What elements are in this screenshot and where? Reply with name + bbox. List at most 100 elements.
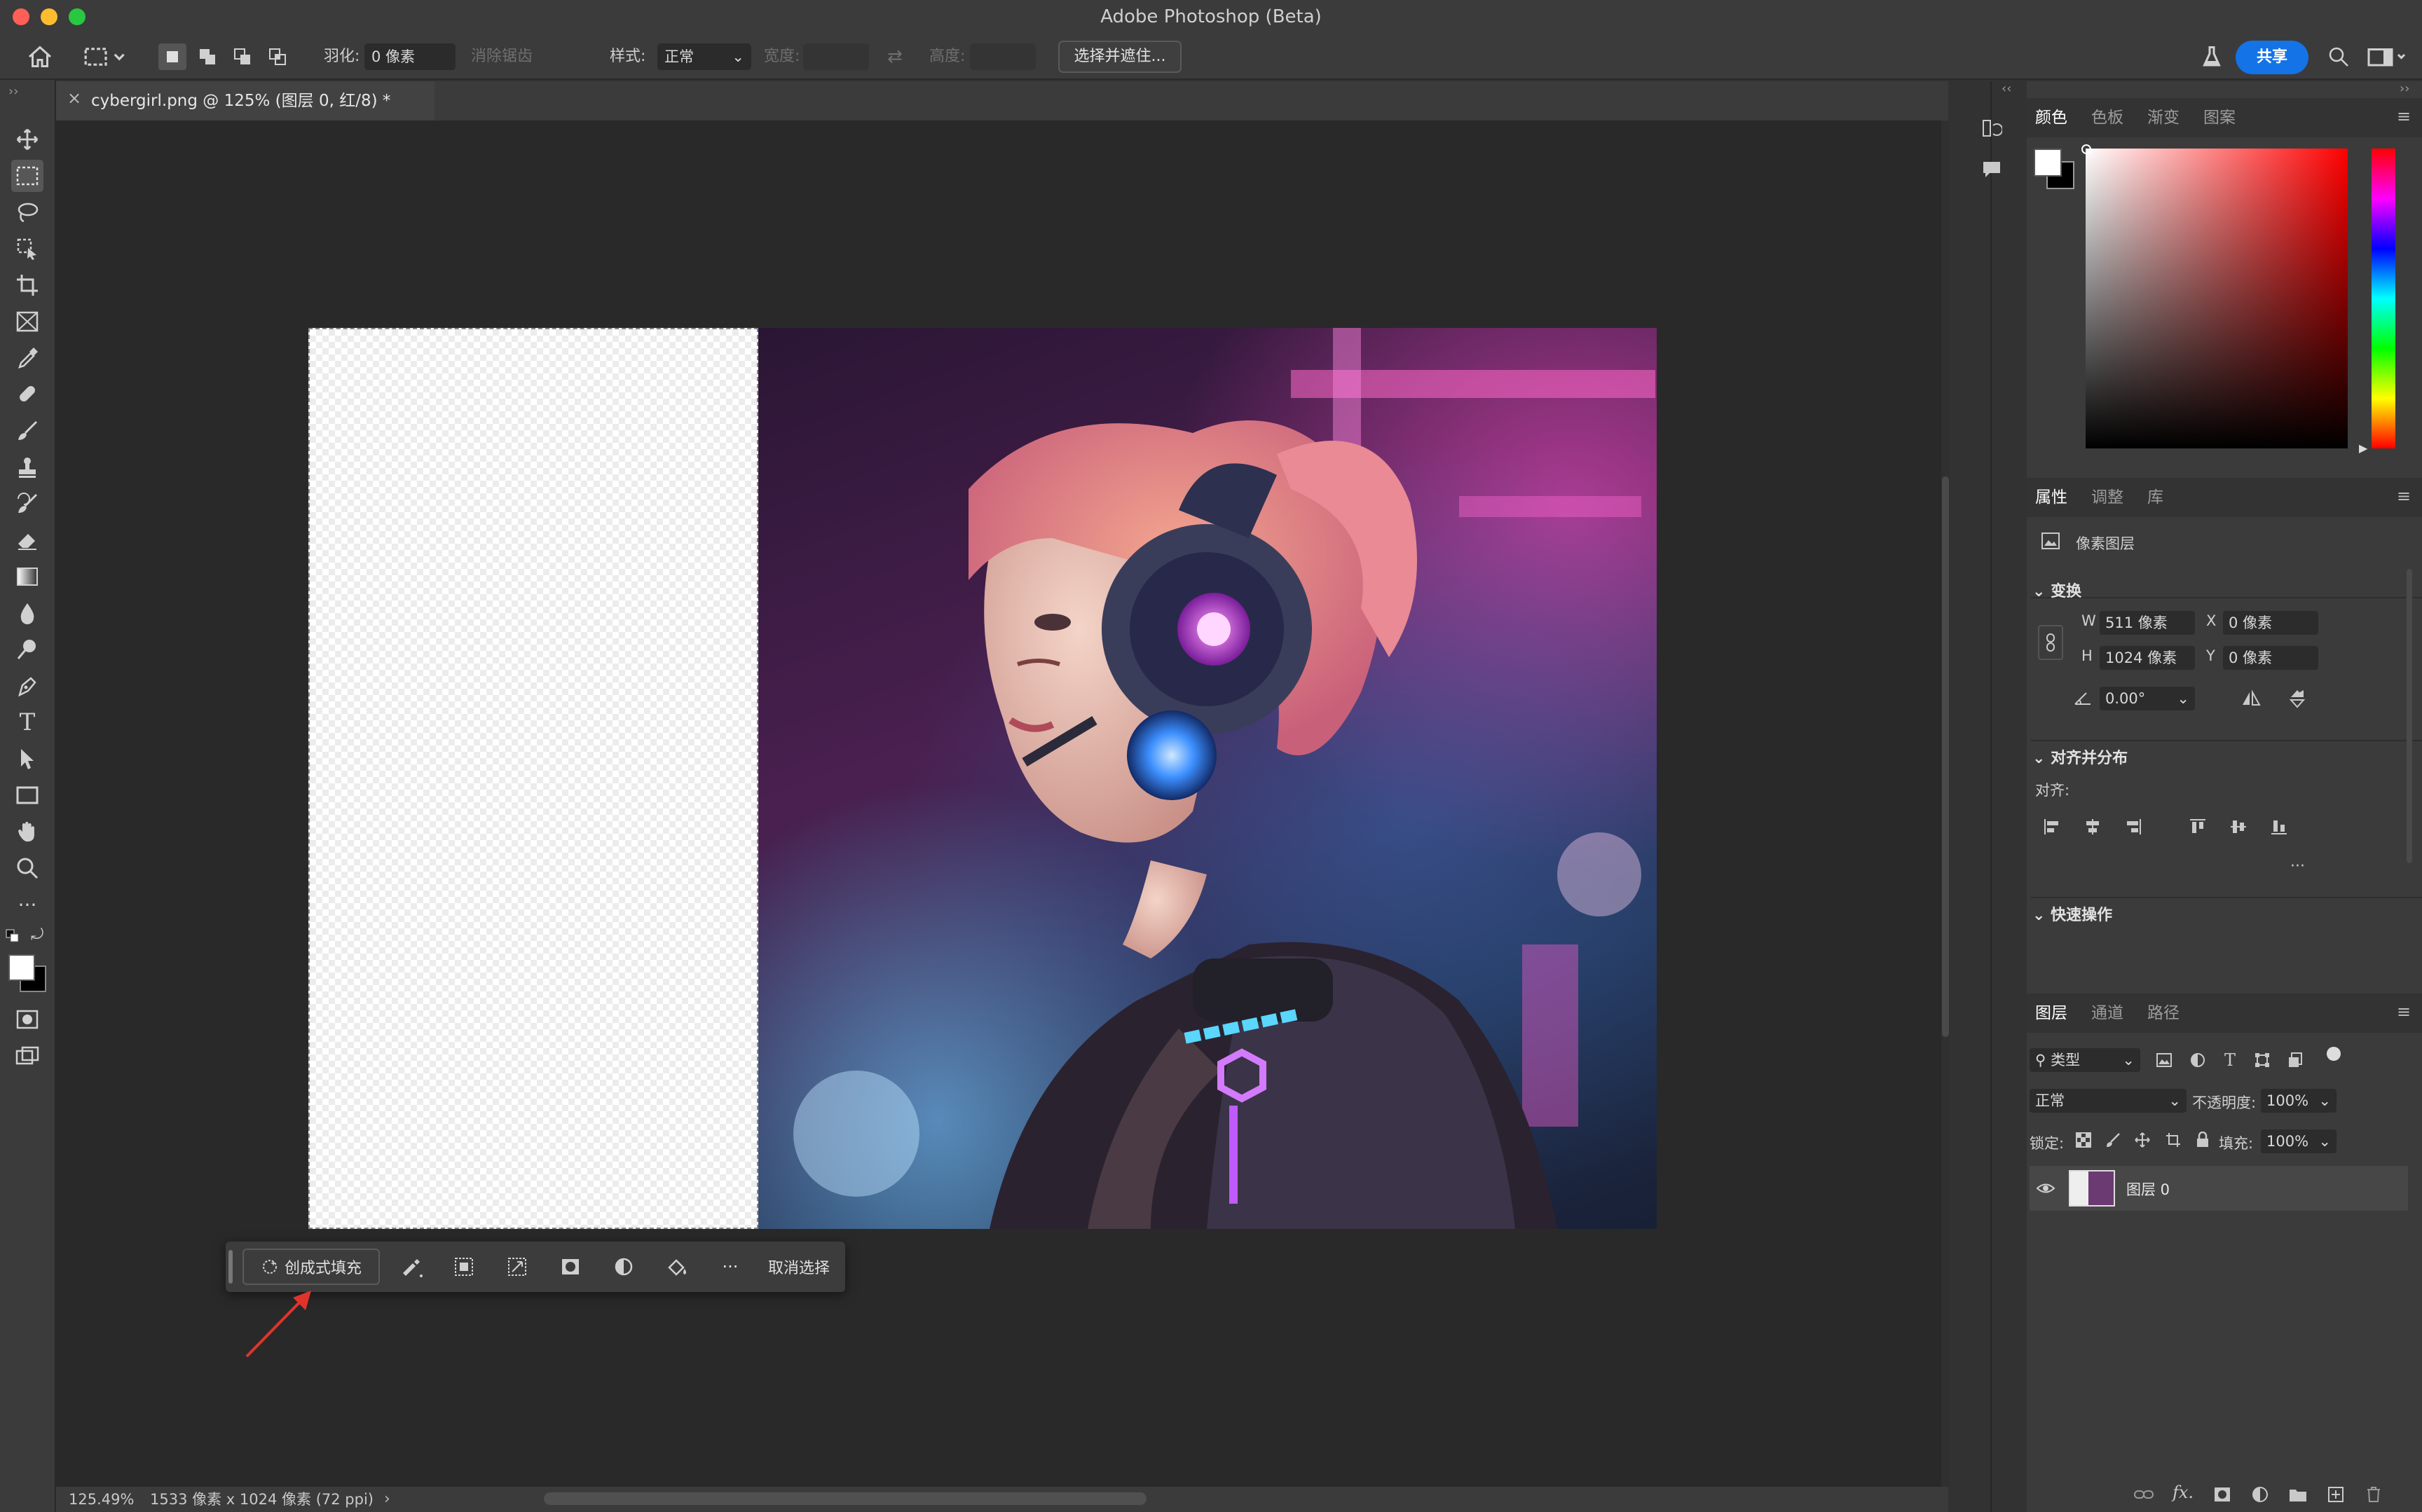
- link-layers-icon[interactable]: [2132, 1483, 2156, 1506]
- transform-selection-icon[interactable]: [499, 1249, 535, 1285]
- lock-transparent-pixels-icon[interactable]: [2073, 1129, 2094, 1150]
- blend-mode-select[interactable]: 正常 ⌄: [2030, 1089, 2187, 1113]
- align-right-icon[interactable]: [2122, 816, 2144, 838]
- x-field[interactable]: 0 像素: [2223, 611, 2318, 635]
- color-panel-menu-icon[interactable]: ≡: [2397, 106, 2411, 126]
- layers-panel-menu-icon[interactable]: ≡: [2397, 1002, 2411, 1022]
- foreground-color-swatch[interactable]: [8, 954, 35, 981]
- close-document-icon[interactable]: ×: [67, 88, 81, 108]
- default-colors-icon[interactable]: [6, 929, 20, 943]
- horizontal-scrollbar-thumb[interactable]: [544, 1492, 1147, 1505]
- screen-mode-icon[interactable]: [11, 1040, 43, 1072]
- width-field[interactable]: 511 像素: [2100, 611, 2195, 635]
- pen-tool-icon[interactable]: [11, 670, 43, 702]
- filter-shape-icon[interactable]: [2251, 1048, 2273, 1072]
- new-layer-icon[interactable]: [2324, 1483, 2348, 1506]
- swap-width-height-icon[interactable]: ⇄: [887, 34, 903, 80]
- flask-icon[interactable]: [2196, 41, 2227, 73]
- hue-slider[interactable]: [2372, 149, 2395, 448]
- status-more-icon[interactable]: ›: [384, 1487, 390, 1512]
- y-field[interactable]: 0 像素: [2223, 646, 2318, 670]
- align-vertical-center-icon[interactable]: [2227, 816, 2250, 838]
- marquee-preset-icon[interactable]: [81, 42, 130, 71]
- zoom-tool-icon[interactable]: [11, 852, 43, 884]
- quick-actions-toggle[interactable]: ⌄ 快速操作: [2032, 902, 2112, 925]
- layer-effects-icon[interactable]: fx.: [2173, 1483, 2194, 1502]
- layer-filter-select[interactable]: ⚲ 类型 ⌄: [2030, 1048, 2140, 1072]
- transform-section-toggle[interactable]: ⌄ 变换: [2032, 579, 2081, 601]
- quick-mask-icon[interactable]: [11, 1003, 43, 1036]
- vertical-scrollbar-thumb[interactable]: [1942, 476, 1949, 1037]
- lasso-tool-icon[interactable]: [11, 196, 43, 228]
- type-tool-icon[interactable]: T: [11, 706, 43, 738]
- tab-color[interactable]: 颜色: [2035, 98, 2067, 137]
- modify-selection-icon[interactable]: [394, 1249, 430, 1285]
- height-input[interactable]: [970, 43, 1036, 70]
- rectangular-marquee-tool-icon[interactable]: [11, 160, 43, 192]
- zoom-level[interactable]: 125.49%: [69, 1487, 134, 1512]
- tab-patterns[interactable]: 图案: [2203, 98, 2236, 137]
- filter-type-icon[interactable]: T: [2219, 1048, 2241, 1072]
- filter-smart-object-icon[interactable]: [2285, 1048, 2307, 1072]
- search-icon[interactable]: [2322, 41, 2355, 73]
- trash-icon[interactable]: [2362, 1483, 2386, 1506]
- align-bottom-icon[interactable]: [2268, 816, 2290, 838]
- color-picker-marker[interactable]: [2081, 144, 2091, 154]
- collapse-panels-left-icon[interactable]: ‹‹: [2002, 81, 2011, 96]
- home-icon[interactable]: [24, 41, 56, 73]
- subtract-from-selection-icon[interactable]: [228, 43, 256, 70]
- tab-channels[interactable]: 通道: [2091, 994, 2123, 1033]
- crop-tool-icon[interactable]: [11, 269, 43, 301]
- tab-layers[interactable]: 图层: [2035, 994, 2067, 1033]
- new-selection-icon[interactable]: [158, 43, 186, 70]
- tab-libraries[interactable]: 库: [2147, 478, 2163, 517]
- deselect-button[interactable]: 取消选择: [764, 1249, 834, 1285]
- invert-selection-icon[interactable]: [446, 1249, 482, 1285]
- tab-properties[interactable]: 属性: [2035, 478, 2067, 517]
- properties-scrollbar[interactable]: [2407, 569, 2412, 863]
- flip-vertical-icon[interactable]: [2285, 687, 2310, 710]
- comments-panel-icon[interactable]: [1978, 156, 2006, 184]
- expand-toolbar-icon[interactable]: ››: [8, 84, 18, 99]
- hand-tool-icon[interactable]: [11, 816, 43, 848]
- panel-foreground-color[interactable]: [2034, 149, 2062, 177]
- new-group-icon[interactable]: [2286, 1483, 2310, 1506]
- filter-toggle-icon[interactable]: [2327, 1047, 2341, 1061]
- lock-all-icon[interactable]: [2192, 1129, 2213, 1150]
- filter-pixel-icon[interactable]: [2153, 1048, 2175, 1072]
- fill-field[interactable]: 100% ⌄: [2261, 1129, 2337, 1153]
- properties-panel-menu-icon[interactable]: ≡: [2397, 486, 2411, 506]
- width-input[interactable]: [803, 43, 869, 70]
- drag-handle[interactable]: [228, 1250, 233, 1284]
- filter-adjustment-icon[interactable]: [2187, 1048, 2209, 1072]
- more-options-icon[interactable]: ···: [712, 1249, 748, 1285]
- angle-field[interactable]: 0.00° ⌄: [2100, 687, 2195, 710]
- share-button[interactable]: 共享: [2236, 41, 2308, 74]
- clone-stamp-tool-icon[interactable]: [11, 451, 43, 483]
- fill-selection-icon[interactable]: [659, 1249, 695, 1285]
- add-to-selection-icon[interactable]: [193, 43, 221, 70]
- generative-fill-button[interactable]: 创成式填充: [242, 1249, 380, 1285]
- opacity-field[interactable]: 100% ⌄: [2261, 1089, 2337, 1113]
- tab-paths[interactable]: 路径: [2147, 994, 2180, 1033]
- more-align-options-icon[interactable]: ···: [2290, 858, 2305, 875]
- brush-tool-icon[interactable]: [11, 415, 43, 447]
- height-field[interactable]: 1024 像素: [2100, 646, 2195, 670]
- workspace-icon[interactable]: [2363, 41, 2412, 73]
- feather-input[interactable]: 0 像素: [364, 43, 456, 70]
- link-dimensions-icon[interactable]: [2038, 625, 2063, 660]
- align-horizontal-center-icon[interactable]: [2081, 816, 2104, 838]
- eyedropper-tool-icon[interactable]: [11, 342, 43, 374]
- select-and-mask-button[interactable]: 选择并遮住...: [1058, 41, 1182, 73]
- align-section-toggle[interactable]: ⌄ 对齐并分布: [2032, 745, 2128, 768]
- gradient-tool-icon[interactable]: [11, 561, 43, 593]
- move-tool-icon[interactable]: [11, 123, 43, 156]
- more-tools-icon[interactable]: ···: [11, 888, 43, 921]
- intersect-selection-icon[interactable]: [264, 43, 292, 70]
- blur-tool-icon[interactable]: [11, 597, 43, 629]
- style-select[interactable]: 正常 ⌄: [657, 43, 751, 70]
- align-left-icon[interactable]: [2041, 816, 2063, 838]
- object-selection-tool-icon[interactable]: [11, 233, 43, 265]
- collapse-panels-right-icon[interactable]: ››: [2400, 81, 2409, 96]
- path-selection-tool-icon[interactable]: [11, 743, 43, 775]
